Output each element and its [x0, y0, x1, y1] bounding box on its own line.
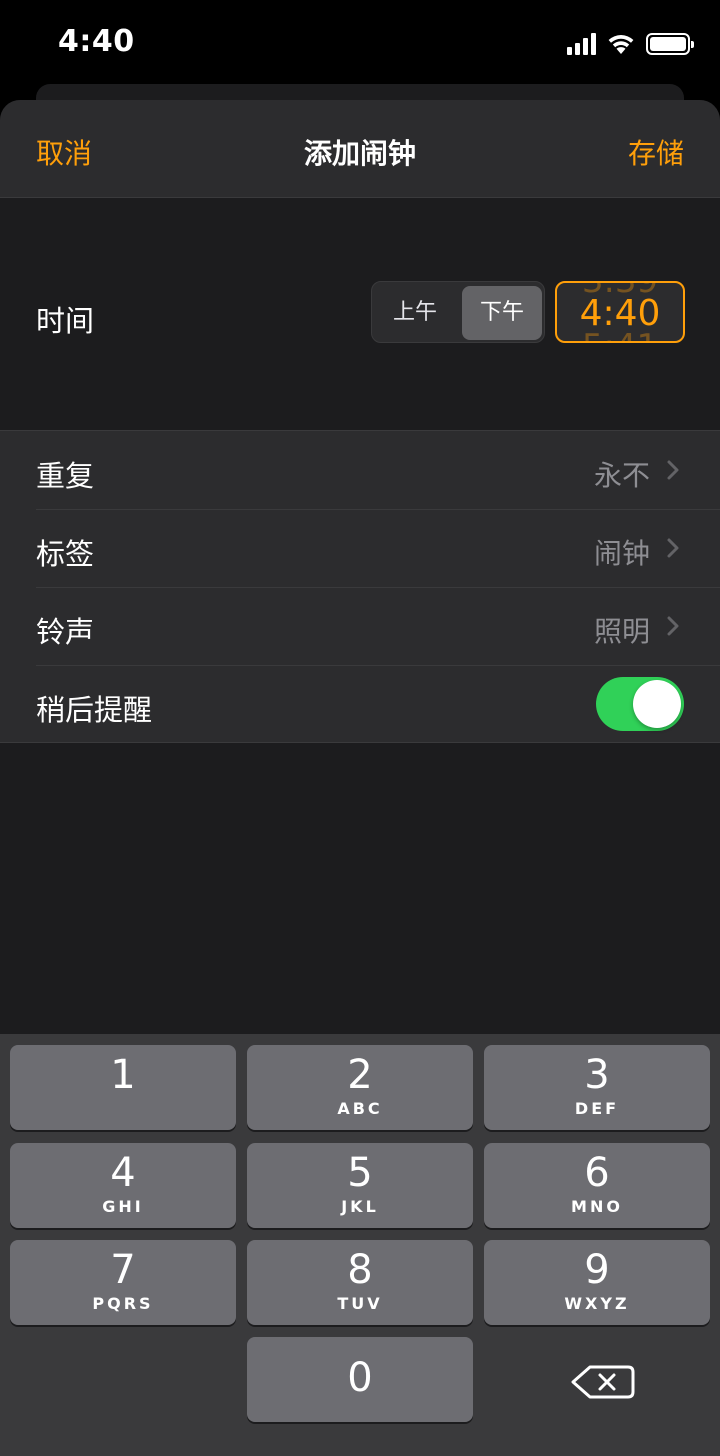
key-digit: 7 — [110, 1247, 136, 1293]
key-letters: WXYZ — [564, 1294, 630, 1313]
key-9[interactable]: 9 WXYZ — [484, 1240, 710, 1325]
key-digit: 9 — [584, 1247, 610, 1293]
label-label: 标签 — [36, 537, 95, 571]
key-2[interactable]: 2 ABC — [247, 1045, 473, 1130]
nav-bar: 取消 添加闹钟 存储 — [0, 100, 720, 198]
key-digit: 4 — [110, 1150, 136, 1196]
sound-value: 照明 — [593, 615, 650, 648]
wifi-icon — [608, 35, 634, 54]
battery-icon — [646, 33, 694, 55]
key-6[interactable]: 6 MNO — [484, 1143, 710, 1228]
key-5[interactable]: 5 JKL — [247, 1143, 473, 1228]
key-digit: 2 — [347, 1052, 373, 1098]
key-digit: 3 — [584, 1052, 610, 1098]
am-segment[interactable]: 上午 — [378, 286, 452, 340]
key-8[interactable]: 8 TUV — [247, 1240, 473, 1325]
delete-backspace-icon[interactable] — [560, 1359, 640, 1405]
time-row: 时间 上午 下午 3:39 4:40 5:41 — [0, 198, 720, 430]
time-label: 时间 — [36, 304, 95, 338]
status-icons — [567, 30, 694, 58]
repeat-label: 重复 — [36, 459, 95, 493]
chevron-right-icon — [667, 460, 679, 480]
key-digit: 8 — [347, 1247, 373, 1293]
key-letters: MNO — [571, 1197, 623, 1216]
snooze-row: 稍后提醒 — [0, 665, 720, 743]
label-row[interactable]: 标签 闹钟 — [0, 509, 720, 587]
chevron-right-icon — [667, 616, 679, 636]
pm-segment[interactable]: 下午 — [462, 286, 542, 340]
snooze-toggle[interactable] — [596, 677, 684, 731]
key-1[interactable]: 1 — [10, 1045, 236, 1130]
status-time: 4:40 — [58, 24, 135, 59]
page-title: 添加闹钟 — [303, 137, 416, 170]
key-letters: JKL — [341, 1197, 379, 1216]
key-0[interactable]: 0 — [247, 1337, 473, 1422]
key-digit: 5 — [347, 1150, 373, 1196]
time-input-field[interactable]: 3:39 4:40 5:41 — [555, 281, 685, 343]
key-4[interactable]: 4 GHI — [10, 1143, 236, 1228]
key-letters: GHI — [102, 1197, 144, 1216]
status-bar: 4:40 — [0, 0, 720, 90]
key-digit: 0 — [347, 1355, 373, 1401]
numeric-keypad: 1 2 ABC 3 DEF 4 GHI 5 JKL 6 MNO 7 PQRS 8… — [0, 1034, 720, 1456]
key-7[interactable]: 7 PQRS — [10, 1240, 236, 1325]
key-3[interactable]: 3 DEF — [484, 1045, 710, 1130]
key-letters: DEF — [574, 1099, 620, 1118]
snooze-label: 稍后提醒 — [36, 693, 153, 727]
repeat-value: 永不 — [593, 459, 650, 492]
key-digit: 1 — [110, 1052, 136, 1098]
sound-label: 铃声 — [36, 615, 95, 649]
key-letters: TUV — [337, 1294, 383, 1313]
time-wheel-next: 5:41 — [557, 327, 683, 341]
alarm-settings-list: 重复 永不 标签 闹钟 铃声 照明 稍后提醒 — [0, 430, 720, 743]
key-digit: 6 — [584, 1150, 610, 1196]
label-value: 闹钟 — [593, 537, 650, 570]
toggle-knob — [633, 680, 681, 728]
chevron-right-icon — [667, 538, 679, 558]
save-button[interactable]: 存储 — [628, 132, 684, 172]
key-letters: PQRS — [92, 1294, 154, 1313]
cellular-signal-icon — [567, 33, 596, 55]
repeat-row[interactable]: 重复 永不 — [0, 431, 720, 509]
key-letters: ABC — [337, 1099, 383, 1118]
am-pm-segmented-control[interactable]: 上午 下午 — [371, 281, 545, 343]
sound-row[interactable]: 铃声 照明 — [0, 587, 720, 665]
